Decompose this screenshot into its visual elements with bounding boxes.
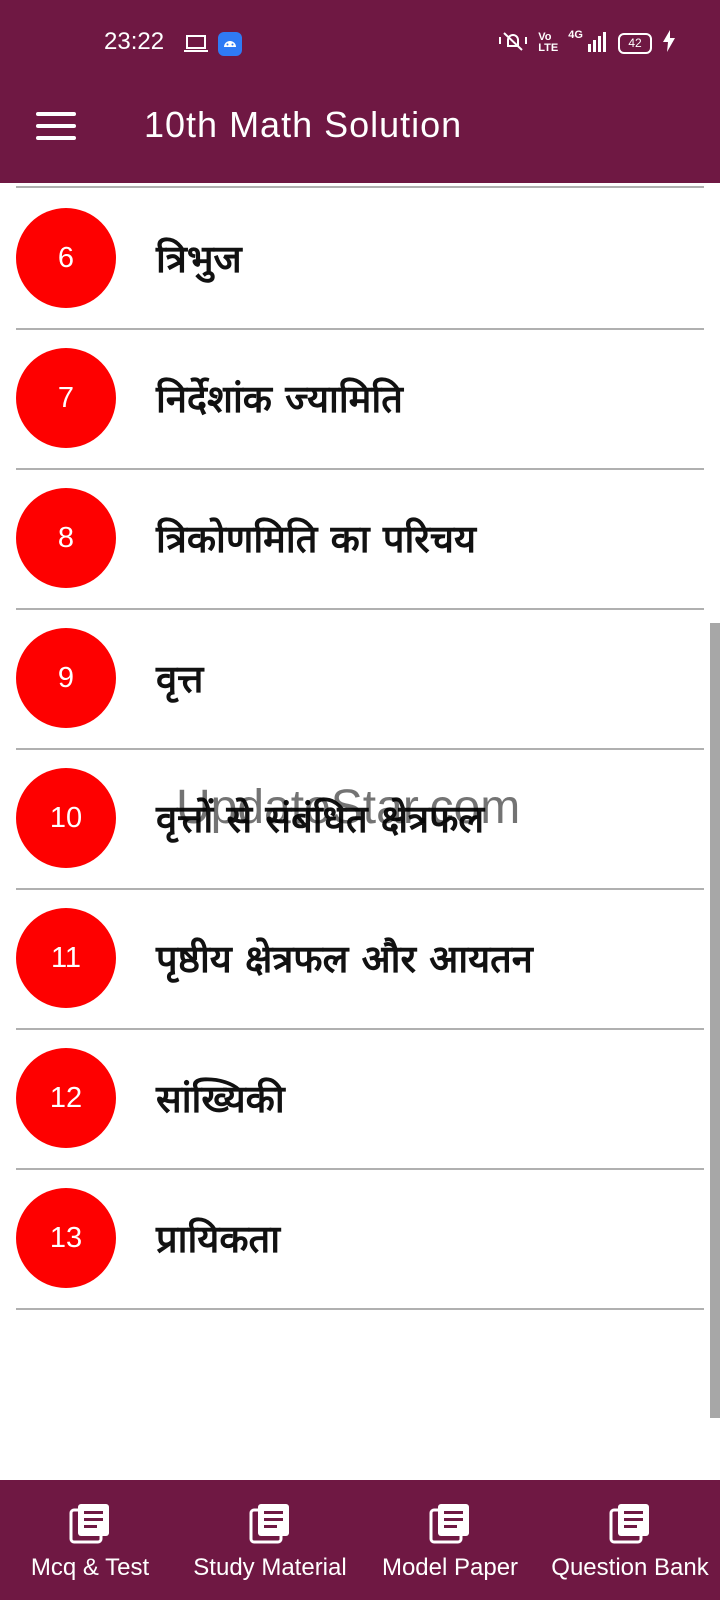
chapter-number-badge: 12 — [16, 1048, 116, 1148]
book-icon — [249, 1502, 291, 1548]
network-type: 4G — [568, 29, 583, 41]
nav-mcq-test[interactable]: Mcq & Test — [0, 1480, 180, 1600]
chapter-number-badge: 7 — [16, 348, 116, 448]
chapter-item-7[interactable]: 7 निर्देशांक ज्यामिति — [0, 328, 720, 468]
chapter-title: सांख्यिकी — [156, 1077, 285, 1121]
mute-icon — [498, 30, 528, 56]
signal-icon: 4G — [568, 30, 608, 56]
nav-study-material[interactable]: Study Material — [180, 1480, 360, 1600]
chapter-item-9[interactable]: 9 वृत्त — [0, 608, 720, 748]
book-icon — [69, 1502, 111, 1548]
chapter-number-badge: 13 — [16, 1188, 116, 1288]
divider — [16, 1308, 704, 1310]
status-time: 23:22 — [104, 28, 165, 55]
chapter-item-11[interactable]: 11 पृष्ठीय क्षेत्रफल और आयतन — [0, 888, 720, 1028]
volte-bottom: LTE — [538, 42, 559, 54]
nav-question-bank[interactable]: Question Bank — [540, 1480, 720, 1600]
chapter-number-badge: 8 — [16, 488, 116, 588]
watermark: UpdateStar.com — [176, 781, 521, 834]
chapter-title: त्रिकोणमिति का परिचय — [156, 517, 477, 561]
menu-icon[interactable] — [36, 112, 76, 142]
android-app-icon — [218, 32, 242, 56]
chapter-title: पृष्ठीय क्षेत्रफल और आयतन — [156, 937, 533, 981]
chapter-title: त्रिभुज — [156, 237, 242, 281]
chapter-title: निर्देशांक ज्यामिति — [156, 377, 403, 421]
charging-icon — [662, 30, 676, 56]
chapter-number-badge: 6 — [16, 208, 116, 308]
volte-indicator: Vo LTE — [538, 32, 558, 54]
page-title: 10th Math Solution — [144, 104, 463, 145]
status-right: Vo LTE 4G 42 — [498, 30, 676, 56]
nav-label: Study Material — [193, 1554, 347, 1581]
book-icon — [429, 1502, 471, 1548]
battery-level: 42 — [618, 32, 652, 54]
bottom-nav: Mcq & Test Study Material Model Paper Qu… — [0, 1480, 720, 1600]
chapter-item-12[interactable]: 12 सांख्यिकी — [0, 1028, 720, 1168]
chapter-number-badge: 10 — [16, 768, 116, 868]
book-icon — [609, 1502, 651, 1548]
chapter-title: वृत्त — [156, 657, 204, 701]
chapter-number-badge: 11 — [16, 908, 116, 1008]
status-bar: 23:22 Vo LTE 4G 42 — [0, 0, 720, 90]
chapter-item-13[interactable]: 13 प्रायिकता — [0, 1168, 720, 1308]
chapter-number-badge: 9 — [16, 628, 116, 728]
chapter-item-6[interactable]: 6 त्रिभुज — [0, 188, 720, 328]
scrollbar[interactable] — [710, 623, 720, 1418]
nav-label: Question Bank — [551, 1554, 709, 1581]
app-bar: 23:22 Vo LTE 4G 42 10th Math Solution — [0, 0, 720, 183]
laptop-icon — [184, 34, 208, 58]
chapter-item-8[interactable]: 8 त्रिकोणमिति का परिचय — [0, 468, 720, 608]
nav-model-paper[interactable]: Model Paper — [360, 1480, 540, 1600]
nav-label: Model Paper — [381, 1554, 519, 1581]
chapter-title: प्रायिकता — [156, 1217, 281, 1261]
nav-label: Mcq & Test — [30, 1554, 150, 1581]
